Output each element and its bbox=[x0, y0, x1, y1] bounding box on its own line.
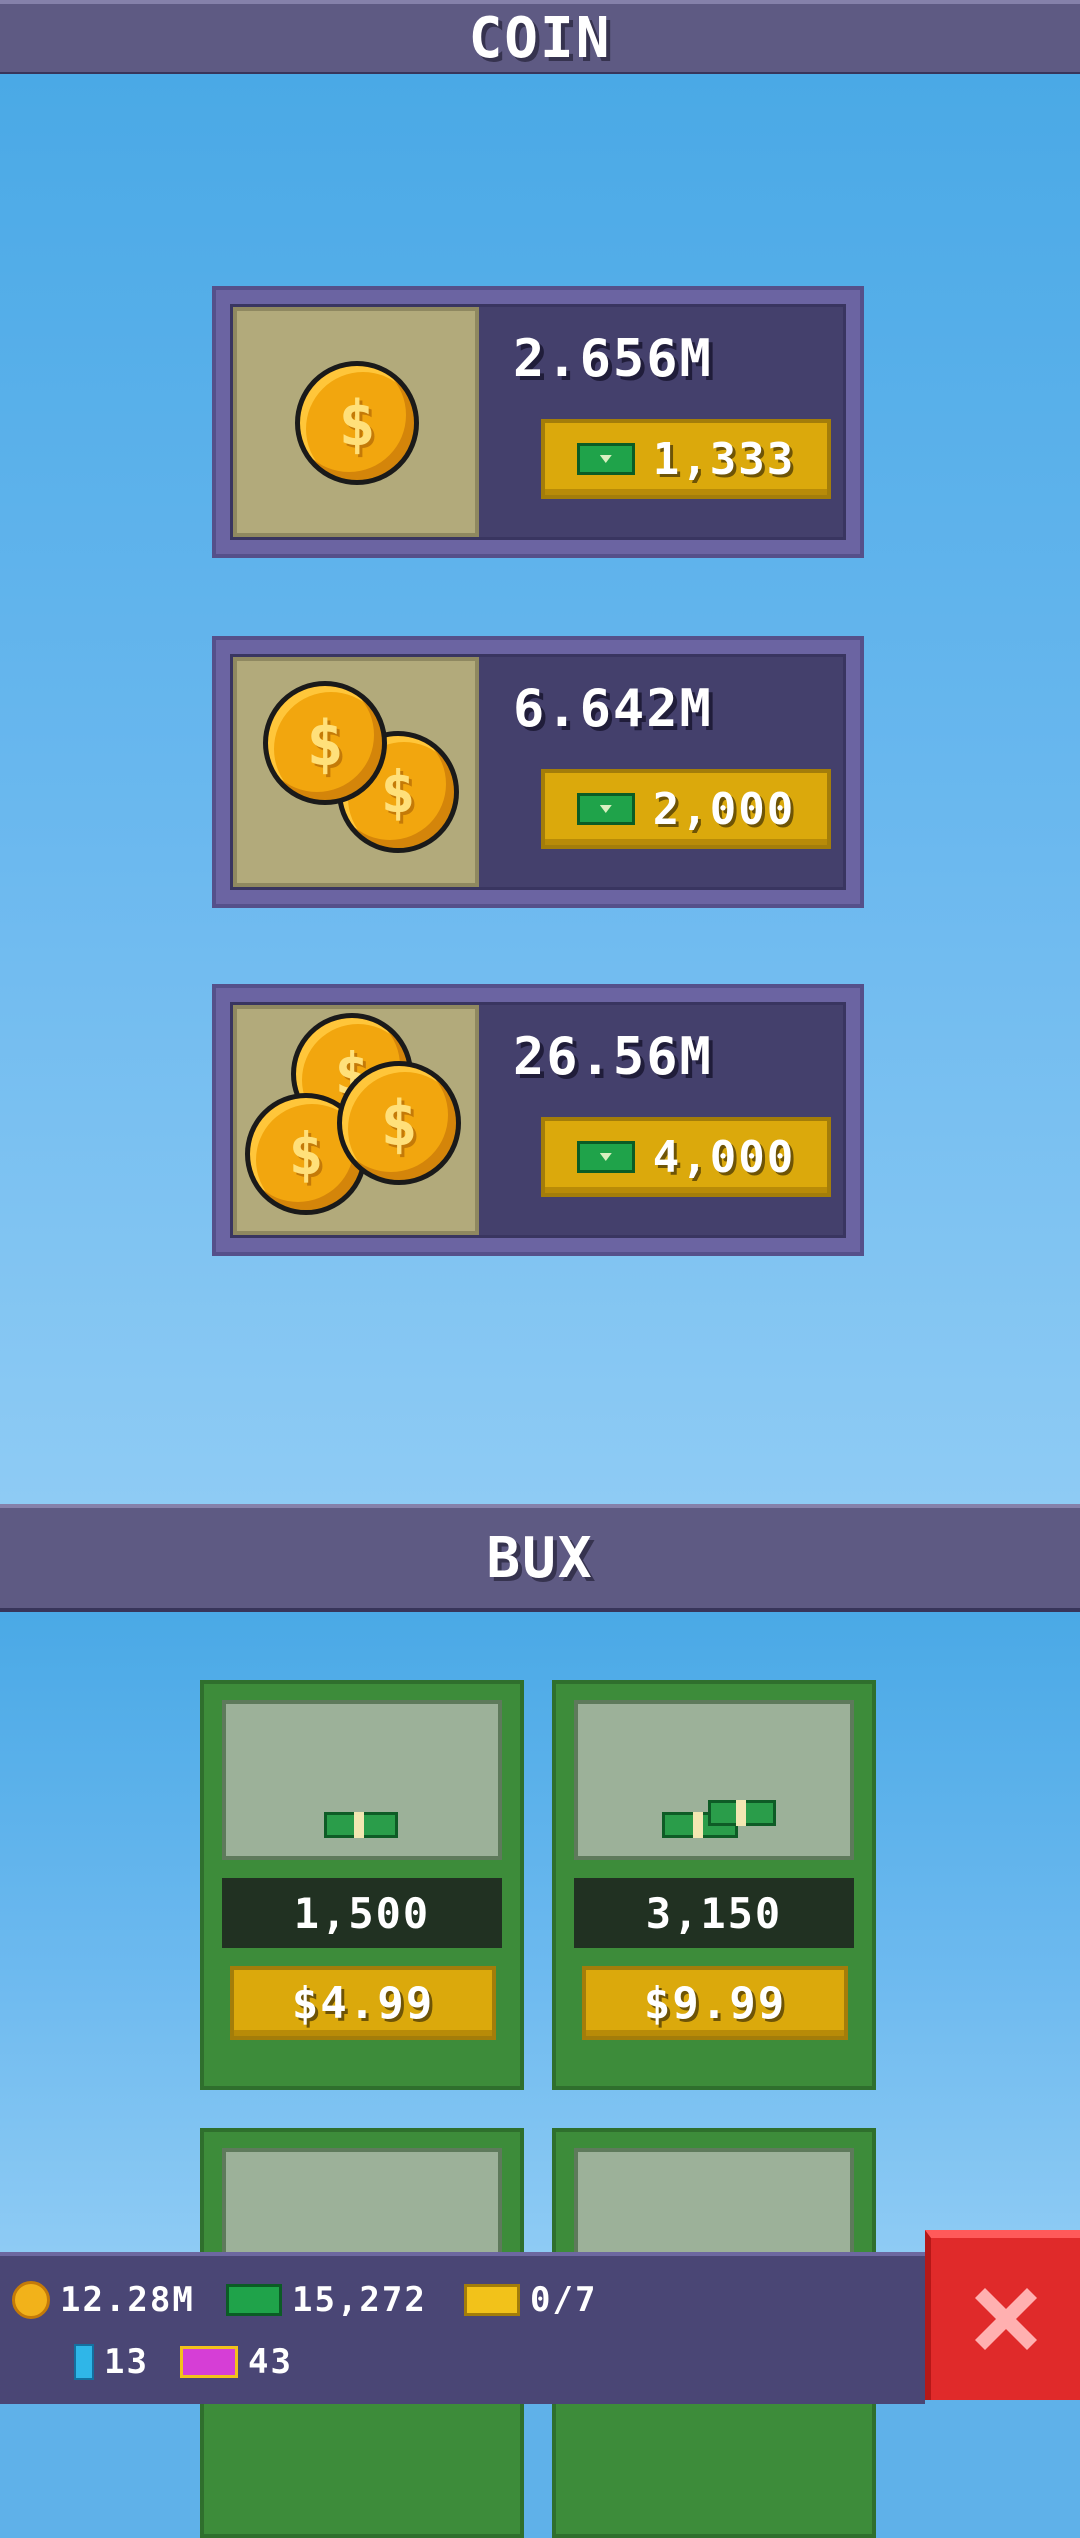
blue-gem-icon bbox=[74, 2344, 94, 2380]
close-button[interactable] bbox=[925, 2230, 1080, 2400]
currency-status-bar: 12.28M 15,272 0/7 13 43 bbox=[0, 2252, 925, 2404]
coin-offer-2[interactable]: $ $ 6.642M 2,000 bbox=[212, 636, 864, 908]
coin-offer-amount: 26.56M bbox=[513, 1027, 713, 1087]
bux-pack-buy-button[interactable]: $9.99 bbox=[582, 1966, 848, 2040]
bux-bundle-icon bbox=[708, 1800, 776, 1826]
tickets-stat: 0/7 bbox=[464, 2280, 597, 2320]
bux-pack-buy-button[interactable]: $4.99 bbox=[230, 1966, 496, 2040]
coin-offer-1[interactable]: $ 2.656M 1,333 bbox=[212, 286, 864, 558]
bux-section bbox=[0, 1612, 1080, 2252]
bux-pack-2[interactable]: 3,150 $9.99 bbox=[552, 1680, 876, 2090]
coin-offer-price: 1,333 bbox=[652, 433, 796, 485]
coins-value: 12.28M bbox=[60, 2280, 195, 2320]
close-x-icon bbox=[974, 2288, 1037, 2350]
coin-offer-panel: $ 2.656M 1,333 bbox=[230, 304, 846, 540]
coin-offer-panel: $ $ $ 26.56M 4,000 bbox=[230, 1002, 846, 1238]
bux-pack-quantity: 1,500 bbox=[222, 1878, 502, 1948]
vip-tickets-stat: 43 bbox=[180, 2342, 293, 2382]
coin-offer-amount: 2.656M bbox=[513, 329, 713, 389]
bux-pack-image bbox=[222, 1700, 502, 1860]
coin-icon bbox=[12, 2281, 50, 2319]
bux-section-title: BUX bbox=[486, 1525, 594, 1591]
coin-icon: $ bbox=[337, 1061, 461, 1185]
bux-bill-icon bbox=[226, 2284, 282, 2316]
coin-offer-price: 2,000 bbox=[652, 783, 796, 835]
bux-value: 15,272 bbox=[292, 2280, 427, 2320]
tickets-value: 0/7 bbox=[530, 2280, 598, 2320]
vip-tickets-value: 43 bbox=[248, 2342, 293, 2382]
coin-offer-amount: 6.642M bbox=[513, 679, 713, 739]
coin-section-header: COIN bbox=[0, 0, 1080, 77]
coin-offer-buy-button[interactable]: 1,333 bbox=[541, 419, 831, 499]
coin-icon: $ bbox=[295, 361, 419, 485]
coin-offer-3[interactable]: $ $ $ 26.56M 4,000 bbox=[212, 984, 864, 1256]
coin-offer-thumbnail: $ bbox=[233, 307, 479, 537]
coin-section-title: COIN bbox=[468, 5, 612, 71]
coin-offer-buy-button[interactable]: 2,000 bbox=[541, 769, 831, 849]
vip-ticket-icon bbox=[180, 2346, 238, 2378]
bux-bill-icon bbox=[576, 1141, 635, 1173]
bux-bill-icon bbox=[576, 443, 635, 475]
bux-pack-image bbox=[574, 1700, 854, 1860]
gems-stat: 13 bbox=[74, 2342, 149, 2382]
bux-pack-1[interactable]: 1,500 $4.99 bbox=[200, 1680, 524, 2090]
bux-stat: 15,272 bbox=[226, 2280, 427, 2320]
coin-icon: $ bbox=[263, 681, 387, 805]
golden-ticket-icon bbox=[464, 2284, 520, 2316]
bux-section-header: BUX bbox=[0, 1504, 1080, 1613]
coin-offer-thumbnail: $ $ bbox=[233, 657, 479, 887]
bux-bundle-icon bbox=[324, 1812, 398, 1838]
gems-value: 13 bbox=[104, 2342, 149, 2382]
coin-offer-thumbnail: $ $ $ bbox=[233, 1005, 479, 1235]
bux-bill-icon bbox=[576, 793, 635, 825]
coin-offer-price: 4,000 bbox=[652, 1131, 796, 1183]
bux-pack-quantity: 3,150 bbox=[574, 1878, 854, 1948]
coin-offer-panel: $ $ 6.642M 2,000 bbox=[230, 654, 846, 890]
coins-stat: 12.28M bbox=[12, 2280, 195, 2320]
coin-offer-buy-button[interactable]: 4,000 bbox=[541, 1117, 831, 1197]
